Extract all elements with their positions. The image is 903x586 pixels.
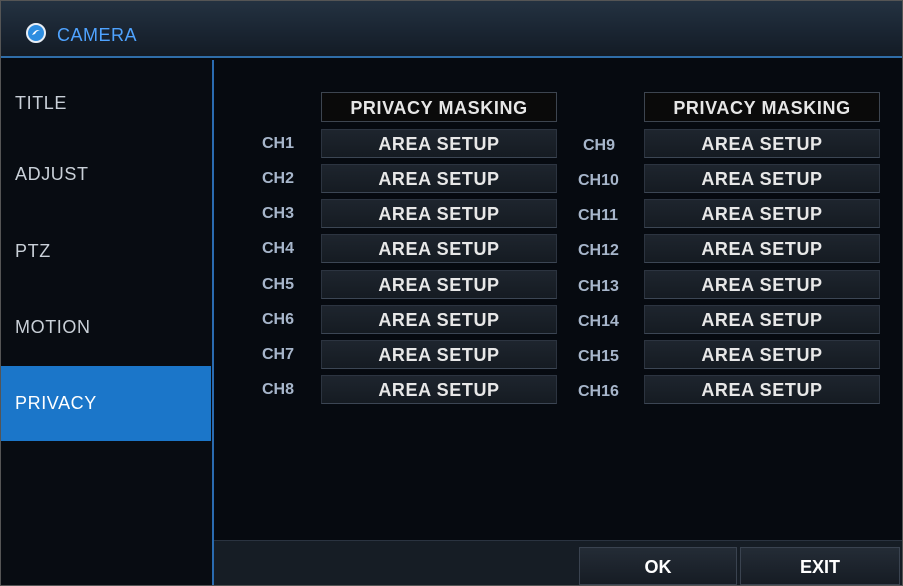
channel-label: CH1 xyxy=(262,135,295,152)
area-setup-button-ch5[interactable]: AREA SETUP xyxy=(321,270,557,299)
area-setup-button-ch8[interactable]: AREA SETUP xyxy=(321,375,557,404)
sidebar-item-adjust[interactable]: ADJUST xyxy=(1,159,211,189)
privacy-masking-header-left: PRIVACY MASKING xyxy=(321,92,557,122)
area-setup-button-ch1[interactable]: AREA SETUP xyxy=(321,129,557,158)
camera-settings-window: CAMERA TITLE ADJUST PTZ MOTION PRIVACY P… xyxy=(0,0,903,586)
channel-label: CH12 xyxy=(578,242,619,259)
area-setup-button-ch12[interactable]: AREA SETUP xyxy=(644,234,880,263)
area-setup-button-ch10[interactable]: AREA SETUP xyxy=(644,164,880,193)
area-setup-button-ch14[interactable]: AREA SETUP xyxy=(644,305,880,334)
area-setup-button-ch16[interactable]: AREA SETUP xyxy=(644,375,880,404)
area-setup-button-ch13[interactable]: AREA SETUP xyxy=(644,270,880,299)
sidebar-item-title[interactable]: TITLE xyxy=(1,88,211,118)
area-setup-button-ch15[interactable]: AREA SETUP xyxy=(644,340,880,369)
channel-label: CH14 xyxy=(578,313,619,330)
channel-label: CH9 xyxy=(583,137,616,154)
channel-label: CH8 xyxy=(262,381,295,398)
area-setup-button-ch7[interactable]: AREA SETUP xyxy=(321,340,557,369)
sidebar-divider xyxy=(212,60,214,585)
ok-button[interactable]: OK xyxy=(579,547,737,585)
channel-label: CH4 xyxy=(262,240,295,257)
exit-button[interactable]: EXIT xyxy=(740,547,900,585)
area-setup-button-ch4[interactable]: AREA SETUP xyxy=(321,234,557,263)
area-setup-button-ch2[interactable]: AREA SETUP xyxy=(321,164,557,193)
sidebar-item-ptz[interactable]: PTZ xyxy=(1,236,211,266)
window-title: CAMERA xyxy=(57,25,138,45)
channel-label: CH7 xyxy=(262,346,295,363)
channel-label: CH2 xyxy=(262,170,295,187)
sidebar-item-privacy[interactable]: PRIVACY xyxy=(1,366,211,441)
area-setup-button-ch3[interactable]: AREA SETUP xyxy=(321,199,557,228)
channel-label: CH6 xyxy=(262,311,295,328)
area-setup-button-ch9[interactable]: AREA SETUP xyxy=(644,129,880,158)
camera-logo-icon xyxy=(26,23,46,43)
channel-label: CH3 xyxy=(262,205,295,222)
sidebar: TITLE ADJUST PTZ MOTION PRIVACY xyxy=(1,60,212,585)
channel-label: CH5 xyxy=(262,276,295,293)
channel-label: CH11 xyxy=(578,207,619,224)
sidebar-item-motion[interactable]: MOTION xyxy=(1,312,211,342)
title-bar: CAMERA xyxy=(1,1,902,58)
privacy-masking-header-right: PRIVACY MASKING xyxy=(644,92,880,122)
channel-label: CH10 xyxy=(578,172,619,189)
area-setup-button-ch11[interactable]: AREA SETUP xyxy=(644,199,880,228)
channel-label: CH16 xyxy=(578,383,619,400)
channel-label: CH15 xyxy=(578,348,619,365)
area-setup-button-ch6[interactable]: AREA SETUP xyxy=(321,305,557,334)
channel-label: CH13 xyxy=(578,278,619,295)
